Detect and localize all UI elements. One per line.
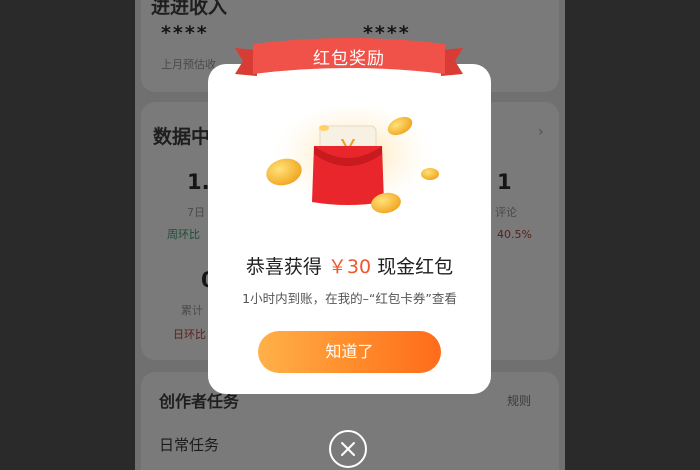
data-center-title[interactable]: 数据中 [153,122,210,149]
masked-income-value: **** [161,22,209,44]
daily-tasks-label[interactable]: 日常任务 [159,434,219,455]
congrats-message: 恭喜获得 ￥30 现金红包 [208,252,491,279]
metric-change: 周环比 [167,228,200,241]
chevron-right-icon[interactable]: › [538,124,544,140]
metric-caption: 累计 [181,304,203,317]
metric-caption: 7日 [187,206,205,219]
congrats-suffix: 现金红包 [377,256,454,278]
income-title: 进进收入 [151,0,228,18]
reward-amount: ￥30 [327,256,372,278]
screen: 进进收入 **** **** 上月预估收 数据中 › 1.4 7日 周环比 1 … [0,0,700,470]
close-icon [341,442,355,456]
arrival-hint: 1小时内到账，在我的–“红包卡券”查看 [242,291,457,306]
rules-link[interactable]: 规则 [507,392,531,409]
ribbon-title: 红包奖励 [313,49,385,69]
red-envelope-icon: ¥ [266,108,439,215]
metric-change: 日环比 [173,328,206,341]
metric-change: 40.5% [497,228,532,241]
metric-value: 1 [497,170,512,194]
last-month-caption: 上月预估收 [161,58,216,71]
got-it-button[interactable]: 知道了 [258,331,441,373]
close-button[interactable] [329,430,367,468]
congrats-prefix: 恭喜获得 [245,256,322,278]
metric-caption: 评论 [495,206,517,219]
